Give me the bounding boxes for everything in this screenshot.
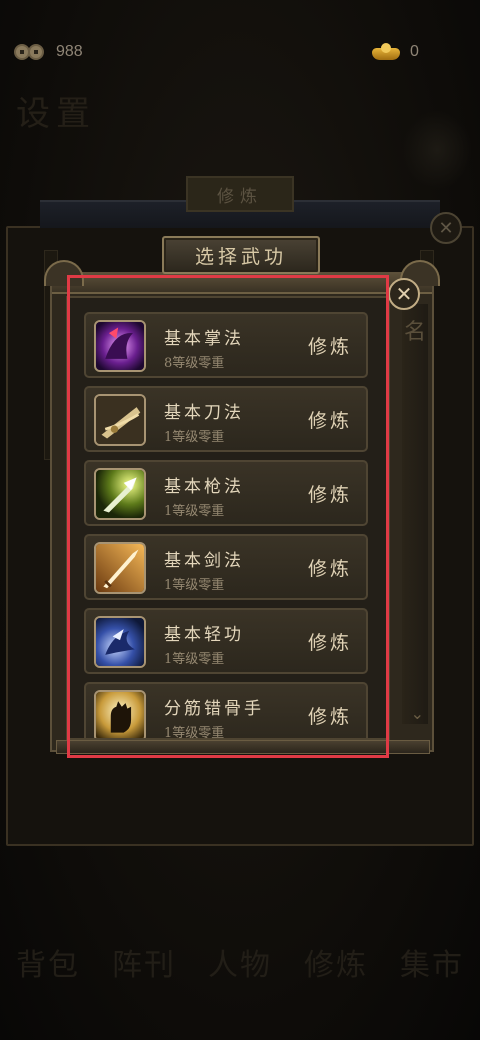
dialog-base [56,740,430,754]
ingot-count: 0 [410,43,419,60]
blade-technique-icon [94,394,146,446]
dialog-roof [52,274,432,294]
skill-level: 1等级零重 [164,430,225,445]
coin-count: 988 [56,43,83,60]
practice-button[interactable]: 修炼 [308,480,352,507]
skill-name: 基本刀法 [164,403,244,423]
nav-item-market: 集市 [400,948,464,983]
side-glyph: 名 [403,320,426,345]
palm-technique-icon [94,320,146,372]
skill-level: 1等级零重 [164,504,225,519]
panel-close-icon: ✕ [430,212,462,244]
copper-coins-icon [14,42,48,62]
nav-item-cultivation: 修炼 [304,948,368,983]
background-title: 设置 [16,94,96,134]
gold-ingot-icon [372,42,400,62]
practice-button[interactable]: 修炼 [308,332,352,359]
nav-item-character: 人物 [208,948,272,983]
dialog-side-panel [402,304,428,724]
list-item: 基本刀法 1等级零重 修炼 [84,386,368,452]
practice-button[interactable]: 修炼 [308,702,352,729]
sword-technique-icon [94,542,146,594]
game-screen: 988 0 设置 修炼 ✕ 背包 阵刊 人物 修炼 集市 选择武功 ✕ 名 ⌄ [0,0,480,1040]
spear-technique-icon [94,468,146,520]
skill-name: 基本枪法 [164,477,244,497]
skill-name: 基本掌法 [164,329,244,349]
scroll-down-chevron-icon: ⌄ [410,704,424,723]
cultivation-tab: 修炼 [186,176,294,212]
list-item: 基本枪法 1等级零重 修炼 [84,460,368,526]
skill-name: 分筋错骨手 [164,699,264,719]
practice-button[interactable]: 修炼 [308,554,352,581]
bottom-nav: 背包 阵刊 人物 修炼 集市 [0,940,480,1010]
skill-name: 基本剑法 [164,551,244,571]
skill-level: 1等级零重 [164,652,225,667]
skill-list-container[interactable]: 基本掌法 8等级零重 修炼 基本刀法 1等级零重 修炼 基本枪法 1等级零重 修… [66,296,390,740]
skill-list: 基本掌法 8等级零重 修炼 基本刀法 1等级零重 修炼 基本枪法 1等级零重 修… [68,312,388,740]
background-figure [402,110,472,190]
bone-breaking-hand-icon [94,690,146,738]
skill-level: 1等级零重 [164,578,225,593]
list-item: 基本掌法 8等级零重 修炼 [84,312,368,378]
modal-title: 选择武功 [194,245,287,268]
nav-item-bag: 背包 [16,948,80,983]
list-item: 基本轻功 1等级零重 修炼 [84,608,368,674]
practice-button[interactable]: 修炼 [308,628,352,655]
modal-title-plate: 选择武功 [162,236,320,274]
nav-item-formation: 阵刊 [112,948,176,983]
select-skill-dialog: 名 ⌄ 基本掌法 8等级零重 修炼 基本刀法 1等级零重 修炼 基本枪法 1等级… [44,260,440,754]
list-item: 基本剑法 1等级零重 修炼 [84,534,368,600]
currency-bar: 988 0 [0,38,480,70]
list-item: 分筋错骨手 1等级零重 修炼 [84,682,368,740]
skill-level: 8等级零重 [164,356,225,371]
skill-level: 1等级零重 [164,726,225,740]
lightness-skill-icon [94,616,146,668]
coin-counter: 988 [14,42,83,62]
skill-name: 基本轻功 [164,625,244,645]
close-icon[interactable]: ✕ [388,278,420,310]
practice-button[interactable]: 修炼 [308,406,352,433]
ingot-counter: 0 [372,42,419,62]
